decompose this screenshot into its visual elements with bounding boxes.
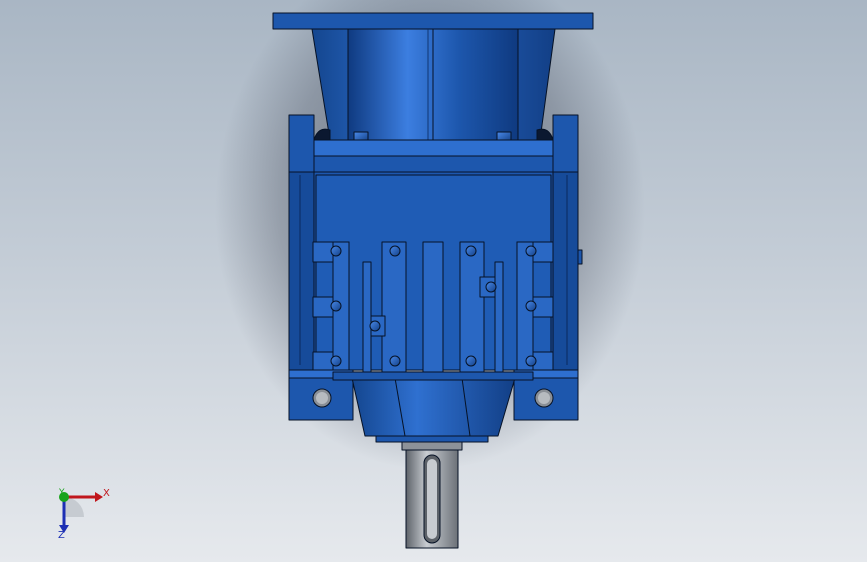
housing-right-ear [552, 114, 579, 176]
coordinate-triad[interactable] [59, 492, 103, 533]
y-axis-label: Y [59, 488, 65, 498]
top-flange[interactable] [272, 12, 594, 30]
output-housing[interactable] [351, 377, 516, 437]
z-axis-label: Z [58, 530, 65, 541]
x-axis-label: X [103, 488, 110, 499]
gear-reducer-model[interactable] [0, 0, 867, 562]
gear-ribs [312, 241, 554, 373]
cad-viewport[interactable]: X Y Z [0, 0, 867, 562]
clamp-ring [313, 139, 554, 157]
housing-left-ear [288, 114, 315, 176]
